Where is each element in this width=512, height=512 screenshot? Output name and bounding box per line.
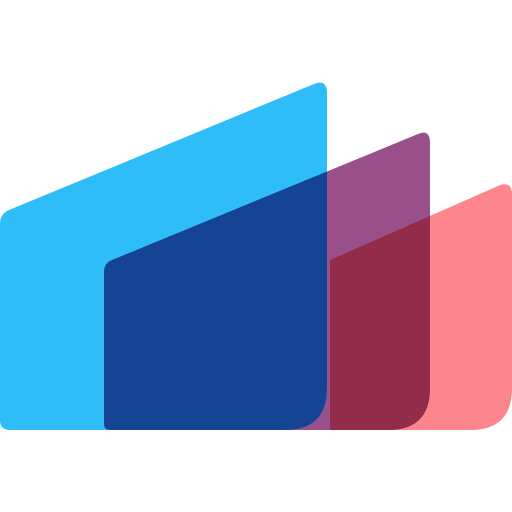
logo-canvas [0,0,512,512]
layered-building-logo-icon [0,82,512,431]
